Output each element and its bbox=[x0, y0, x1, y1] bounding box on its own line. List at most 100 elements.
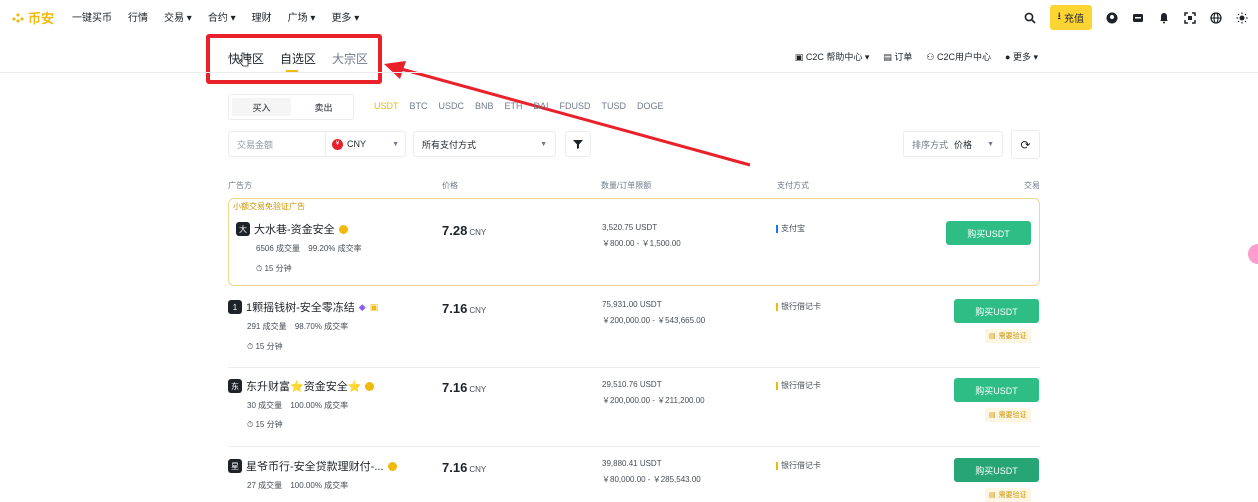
coin-dai[interactable]: DAI bbox=[534, 101, 549, 111]
bell-icon[interactable] bbox=[1158, 12, 1170, 24]
advertiser-label: 东升财富⭐资金安全⭐ bbox=[246, 381, 362, 393]
order-icon: ▤ bbox=[883, 52, 892, 62]
nav-item-markets[interactable]: 行情 bbox=[128, 9, 148, 24]
col-payment: 支付方式 bbox=[777, 181, 809, 190]
coin-btc[interactable]: BTC bbox=[410, 101, 428, 111]
order-count: 291 成交量 bbox=[247, 322, 287, 331]
pay-time: ⏱ 15 分钟 bbox=[247, 341, 283, 352]
deposit-button[interactable]: ⭳ 充值 bbox=[1049, 5, 1092, 30]
sort-select[interactable]: 排序方式 价格 ▼ bbox=[903, 131, 1003, 157]
deposit-label: 充值 bbox=[1064, 14, 1084, 25]
nav-item-quick-buy[interactable]: 一键买币 bbox=[72, 9, 112, 24]
advertiser-label: 星爷币行-安全贷款理财付-... bbox=[246, 461, 384, 473]
listing-quantity: 39,880.41 USDT ￥80,000.00 - ￥285,543.00 bbox=[602, 456, 701, 488]
buy-usdt-button[interactable]: 购买USDT bbox=[954, 299, 1039, 323]
buy-sell-toggle: 买入 卖出 bbox=[228, 94, 354, 120]
header-actions: ⭳ 充值 bbox=[1024, 5, 1249, 30]
qty-value: 39,880.41 USDT bbox=[602, 459, 662, 468]
price-currency: CNY bbox=[469, 228, 487, 237]
advertiser-name[interactable]: 星 星爷币行-安全贷款理财付-... bbox=[228, 458, 397, 474]
payment-label: 银行借记卡 bbox=[781, 461, 821, 470]
advertiser-name[interactable]: 1 1颗摇钱树-安全零冻结 ◆ ▣ bbox=[228, 299, 378, 315]
coin-doge[interactable]: DOGE bbox=[637, 101, 664, 111]
refresh-button[interactable]: ⟳ bbox=[1011, 130, 1040, 159]
nav-item-futures[interactable]: 合约 ▾ bbox=[208, 9, 236, 24]
payment-marker bbox=[776, 302, 778, 311]
nav-item-square[interactable]: 广场 ▾ bbox=[288, 9, 316, 24]
sort-value: 价格 bbox=[954, 139, 973, 150]
nav-item-earn[interactable]: 理财 bbox=[252, 9, 272, 24]
c2c-help-link[interactable]: ▣ C2C 帮助中心 ▾ bbox=[795, 50, 870, 63]
currency-select[interactable]: ¥ CNY ▼ bbox=[325, 132, 405, 156]
pay-time: ⏱ 15 分钟 bbox=[247, 419, 283, 430]
nav-item-trade[interactable]: 交易 ▾ bbox=[164, 9, 192, 24]
coin-bnb[interactable]: BNB bbox=[475, 101, 494, 111]
c2c-user-center-link[interactable]: ⚇ C2C用户中心 bbox=[926, 50, 991, 63]
advertiser-name[interactable]: 东 东升财富⭐资金安全⭐ bbox=[228, 378, 375, 394]
order-count: 30 成交量 bbox=[247, 401, 283, 410]
verify-label: 需要验证 bbox=[998, 412, 1027, 419]
buy-usdt-button[interactable]: 购买USDT bbox=[946, 221, 1031, 245]
c2c-links: ▣ C2C 帮助中心 ▾ ▤ 订单 ⚇ C2C用户中心 ● 更多 ▾ bbox=[795, 50, 1038, 63]
users-icon: ⚇ bbox=[926, 52, 935, 62]
filter-icon bbox=[573, 140, 583, 149]
refresh-icon: ⟳ bbox=[1020, 137, 1031, 152]
floating-widget-icon[interactable] bbox=[1248, 244, 1258, 264]
listing-price: 7.16 CNY bbox=[442, 460, 486, 475]
advertiser-stats: 6506 成交量 99.20% 成交率 bbox=[256, 243, 362, 254]
filter-button[interactable] bbox=[565, 131, 591, 157]
order-count: 27 成交量 bbox=[247, 481, 283, 490]
more-icon: ● bbox=[1005, 52, 1011, 62]
payment-label: 银行借记卡 bbox=[781, 381, 821, 390]
amount-input[interactable]: 交易金额 bbox=[229, 138, 325, 151]
payment-method: 支付宝 bbox=[776, 223, 805, 234]
advertiser-stats: 27 成交量 100.00% 成交率 bbox=[247, 480, 348, 491]
payment-select[interactable]: 所有支付方式 ▼ bbox=[413, 131, 556, 157]
avatar: 大 bbox=[236, 222, 250, 236]
sell-tab[interactable]: 卖出 bbox=[294, 95, 353, 119]
payment-method: 银行借记卡 bbox=[776, 380, 821, 391]
scan-icon[interactable] bbox=[1184, 11, 1196, 24]
id-card-icon: ▤ bbox=[989, 412, 996, 419]
price-currency: CNY bbox=[469, 306, 487, 315]
advertiser-name[interactable]: 大 大水巷-资金安全 bbox=[236, 221, 348, 237]
completion-rate: 98.70% 成交率 bbox=[294, 322, 349, 331]
advertiser-label: 大水巷-资金安全 bbox=[254, 224, 335, 236]
nav-item-more[interactable]: 更多 ▾ bbox=[331, 9, 359, 24]
qty-value: 29,510.76 USDT bbox=[602, 380, 662, 389]
coin-usdc[interactable]: USDC bbox=[439, 101, 465, 111]
currency-value: CNY bbox=[347, 139, 367, 149]
limit-value: ￥200,000.00 - ￥543,665.00 bbox=[602, 316, 706, 325]
coin-usdt[interactable]: USDT bbox=[374, 101, 399, 111]
buy-usdt-button[interactable]: 购买USDT bbox=[954, 458, 1039, 482]
listing-quantity: 29,510.76 USDT ￥200,000.00 - ￥211,200.00 bbox=[602, 377, 705, 409]
user-icon[interactable] bbox=[1106, 12, 1118, 24]
row-divider bbox=[228, 367, 1040, 368]
more-link[interactable]: ● 更多 ▾ bbox=[1005, 50, 1038, 63]
time-value: 15 分钟 bbox=[264, 264, 292, 273]
coin-fdusd[interactable]: FDUSD bbox=[560, 101, 591, 111]
time-value: 15 分钟 bbox=[255, 342, 283, 351]
help-icon: ▣ bbox=[794, 52, 804, 62]
orders-link[interactable]: ▤ 订单 bbox=[883, 50, 912, 63]
id-card-icon: ▤ bbox=[989, 492, 996, 499]
buy-tab[interactable]: 买入 bbox=[232, 98, 291, 116]
brand-logo[interactable]: 币安 bbox=[12, 8, 54, 27]
row-divider bbox=[228, 446, 1040, 447]
search-icon[interactable] bbox=[1024, 12, 1036, 24]
coin-eth[interactable]: ETH bbox=[505, 101, 523, 111]
price-currency: CNY bbox=[469, 465, 487, 474]
time-value: 15 分钟 bbox=[255, 420, 283, 429]
col-price: 价格 bbox=[442, 181, 458, 190]
chevron-down-icon: ▼ bbox=[392, 140, 399, 148]
theme-icon[interactable] bbox=[1236, 12, 1248, 24]
completion-rate: 100.00% 成交率 bbox=[290, 481, 349, 490]
timer-icon: ⏱ bbox=[247, 420, 254, 429]
globe-icon[interactable] bbox=[1210, 11, 1222, 24]
col-trade: 交易 bbox=[1024, 181, 1040, 190]
coin-tusd[interactable]: TUSD bbox=[602, 101, 627, 111]
completion-rate: 99.20% 成交率 bbox=[308, 244, 362, 253]
buy-usdt-button[interactable]: 购买USDT bbox=[954, 378, 1039, 402]
wallet-icon[interactable] bbox=[1132, 12, 1144, 24]
limit-value: ￥800.00 - ￥1,500.00 bbox=[602, 239, 681, 248]
